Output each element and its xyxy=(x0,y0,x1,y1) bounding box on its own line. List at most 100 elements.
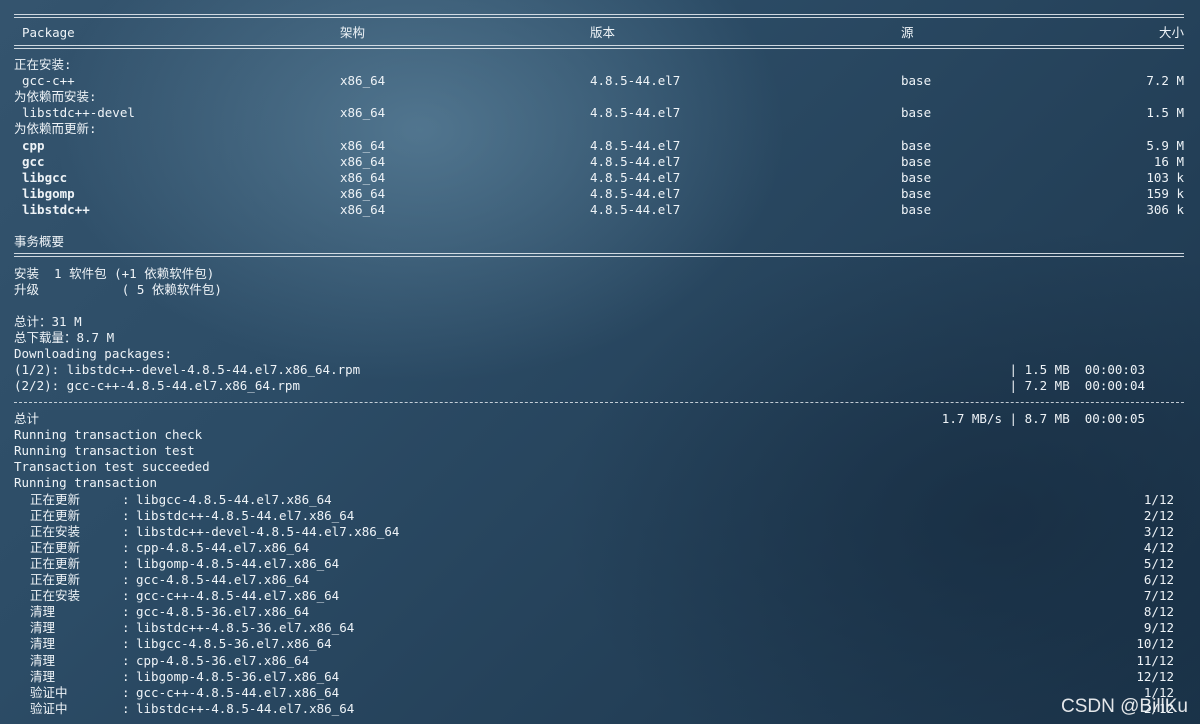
section-title: 正在安装: xyxy=(14,57,1184,73)
package-row: gcc-c++ x86_64 4.8.5-44.el7 base 7.2 M xyxy=(14,73,1184,89)
step-action: 正在更新 xyxy=(30,555,81,571)
step-action: 清理 xyxy=(30,652,56,668)
package-version: 4.8.5-44.el7 xyxy=(590,73,681,89)
upgrade-summary: 升级 ( 5 依赖软件包) xyxy=(14,282,1184,298)
package-table-header: Package 架构 版本 源 大小 xyxy=(14,25,1184,41)
package-name: libstdc++ xyxy=(22,201,90,217)
step-package: gcc-4.8.5-44.el7.x86_64 xyxy=(136,572,310,587)
step-colon: : xyxy=(122,491,130,507)
step-colon: : xyxy=(122,539,130,555)
total-download-size-text: 总下载量：8.7 M xyxy=(14,330,115,346)
step-colon: : xyxy=(122,507,130,523)
transaction-text: Transaction test succeeded xyxy=(14,459,210,475)
package-size: 1.5 M xyxy=(1146,105,1184,121)
package-row: libgomp x86_64 4.8.5-44.el7 base 159 k xyxy=(14,186,1184,202)
step-action: 正在安装 xyxy=(30,588,81,604)
step-package: libstdc++-devel-4.8.5-44.el7.x86_64 xyxy=(136,523,400,539)
summary-title: 事务概要 xyxy=(14,234,1184,250)
step-colon: : xyxy=(122,555,130,571)
package-arch: x86_64 xyxy=(340,153,386,169)
step-action: 验证中 xyxy=(30,684,68,700)
separator-header xyxy=(14,45,1184,49)
step-package: libgcc-4.8.5-44.el7.x86_64 xyxy=(136,491,332,507)
package-repo: base xyxy=(901,105,932,121)
package-version: 4.8.5-44.el7 xyxy=(590,137,681,153)
transaction-step: 正在更新: libgomp-4.8.5-44.el7.x86_64 5/12 xyxy=(14,556,1184,572)
package-arch: x86_64 xyxy=(340,185,386,201)
package-row: gcc x86_64 4.8.5-44.el7 base 16 M xyxy=(14,154,1184,170)
download-total-stats: 1.7 MB/s | 8.7 MB 00:00:05 xyxy=(941,411,1145,426)
package-size: 159 k xyxy=(1146,185,1184,201)
summary-title-text: 事务概要 xyxy=(14,234,65,249)
transaction-text: Running transaction test xyxy=(14,443,195,459)
package-name: libstdc++-devel xyxy=(22,105,135,121)
total-download-size: 总下载量：8.7 M xyxy=(14,330,1184,346)
package-name: cpp xyxy=(22,137,45,153)
step-colon: : xyxy=(122,604,130,620)
step-progress: 12/12 xyxy=(1136,668,1174,684)
transaction-step: 正在更新: cpp-4.8.5-44.el7.x86_64 4/12 xyxy=(14,540,1184,556)
step-progress: 7/12 xyxy=(1143,588,1174,604)
step-progress: 2/12 xyxy=(1143,507,1174,523)
step-action: 验证中 xyxy=(30,700,68,716)
section-title: 为依赖而更新: xyxy=(14,121,1184,137)
package-arch: x86_64 xyxy=(340,137,386,153)
download-stats: | 1.5 MB 00:00:03 xyxy=(1009,362,1145,378)
step-action: 正在安装 xyxy=(30,523,81,539)
step-action: 正在更新 xyxy=(30,491,81,507)
transaction-step: 清理: gcc-4.8.5-36.el7.x86_64 8/12 xyxy=(14,604,1184,620)
step-progress: 11/12 xyxy=(1136,652,1174,668)
package-version: 4.8.5-44.el7 xyxy=(590,153,681,169)
terminal-window[interactable]: CSDN @BillKu Package 架构 版本源大小 正在安装: gcc-c++ x… xyxy=(0,0,1200,724)
step-progress: 6/12 xyxy=(1143,572,1174,587)
step-package: libgcc-4.8.5-36.el7.x86_64 xyxy=(136,636,332,652)
install-summary-text: 安装 1 软件包 (+1 依赖软件包) xyxy=(14,266,215,281)
step-colon: : xyxy=(122,588,130,604)
step-colon: : xyxy=(122,523,130,539)
section-title-text: 为依赖而安装: xyxy=(14,89,97,105)
package-row: cpp x86_64 4.8.5-44.el7 base 5.9 M xyxy=(14,138,1184,154)
step-progress: 1/12 xyxy=(1143,491,1174,507)
package-repo: base xyxy=(901,73,932,89)
package-repo: base xyxy=(901,137,932,153)
package-version: 4.8.5-44.el7 xyxy=(590,201,681,217)
package-arch: x86_64 xyxy=(340,201,386,217)
step-colon: : xyxy=(122,620,130,636)
step-action: 正在更新 xyxy=(30,507,81,523)
step-package: gcc-4.8.5-36.el7.x86_64 xyxy=(136,604,310,620)
step-progress: 5/12 xyxy=(1143,555,1174,571)
transaction-step: 正在更新: libgcc-4.8.5-44.el7.x86_64 1/12 xyxy=(14,492,1184,508)
step-package: gcc-c++-4.8.5-44.el7.x86_64 xyxy=(136,684,340,700)
step-action: 正在更新 xyxy=(30,539,81,555)
install-summary: 安装 1 软件包 (+1 依赖软件包) xyxy=(14,266,1184,282)
step-package: cpp-4.8.5-36.el7.x86_64 xyxy=(136,652,310,668)
section-title-text: 为依赖而更新: xyxy=(14,121,97,137)
download-total-label: 总计 xyxy=(14,411,40,426)
step-colon: : xyxy=(122,636,130,652)
package-row: libgcc x86_64 4.8.5-44.el7 base 103 k xyxy=(14,170,1184,186)
step-progress: 2/12 xyxy=(1143,700,1174,716)
package-size: 306 k xyxy=(1146,201,1184,217)
transaction-step: 正在安装: libstdc++-devel-4.8.5-44.el7.x86_64… xyxy=(14,524,1184,540)
package-version: 4.8.5-44.el7 xyxy=(590,185,681,201)
header-version: 版本 xyxy=(590,25,616,40)
step-colon: : xyxy=(122,684,130,700)
package-size: 16 M xyxy=(1153,153,1184,169)
step-action: 清理 xyxy=(30,636,56,652)
step-action: 清理 xyxy=(30,620,56,636)
transaction-step: 清理: libgomp-4.8.5-36.el7.x86_64 12/12 xyxy=(14,669,1184,685)
package-size: 7.2 M xyxy=(1146,73,1184,89)
step-package: libstdc++-4.8.5-36.el7.x86_64 xyxy=(136,620,355,636)
package-arch: x86_64 xyxy=(340,73,386,89)
step-package: gcc-c++-4.8.5-44.el7.x86_64 xyxy=(136,588,340,604)
package-repo: base xyxy=(901,169,932,185)
step-colon: : xyxy=(122,572,130,587)
transaction-text: Running transaction xyxy=(14,475,157,491)
package-arch: x86_64 xyxy=(340,105,386,121)
step-progress: 4/12 xyxy=(1143,539,1174,555)
step-action: 正在更新 xyxy=(30,572,81,587)
step-action: 清理 xyxy=(30,604,56,620)
step-progress: 1/12 xyxy=(1143,684,1174,700)
download-file: (1/2): libstdc++-devel-4.8.5-44.el7.x86_… xyxy=(14,362,361,378)
total-size: 总计：31 M xyxy=(14,314,1184,330)
